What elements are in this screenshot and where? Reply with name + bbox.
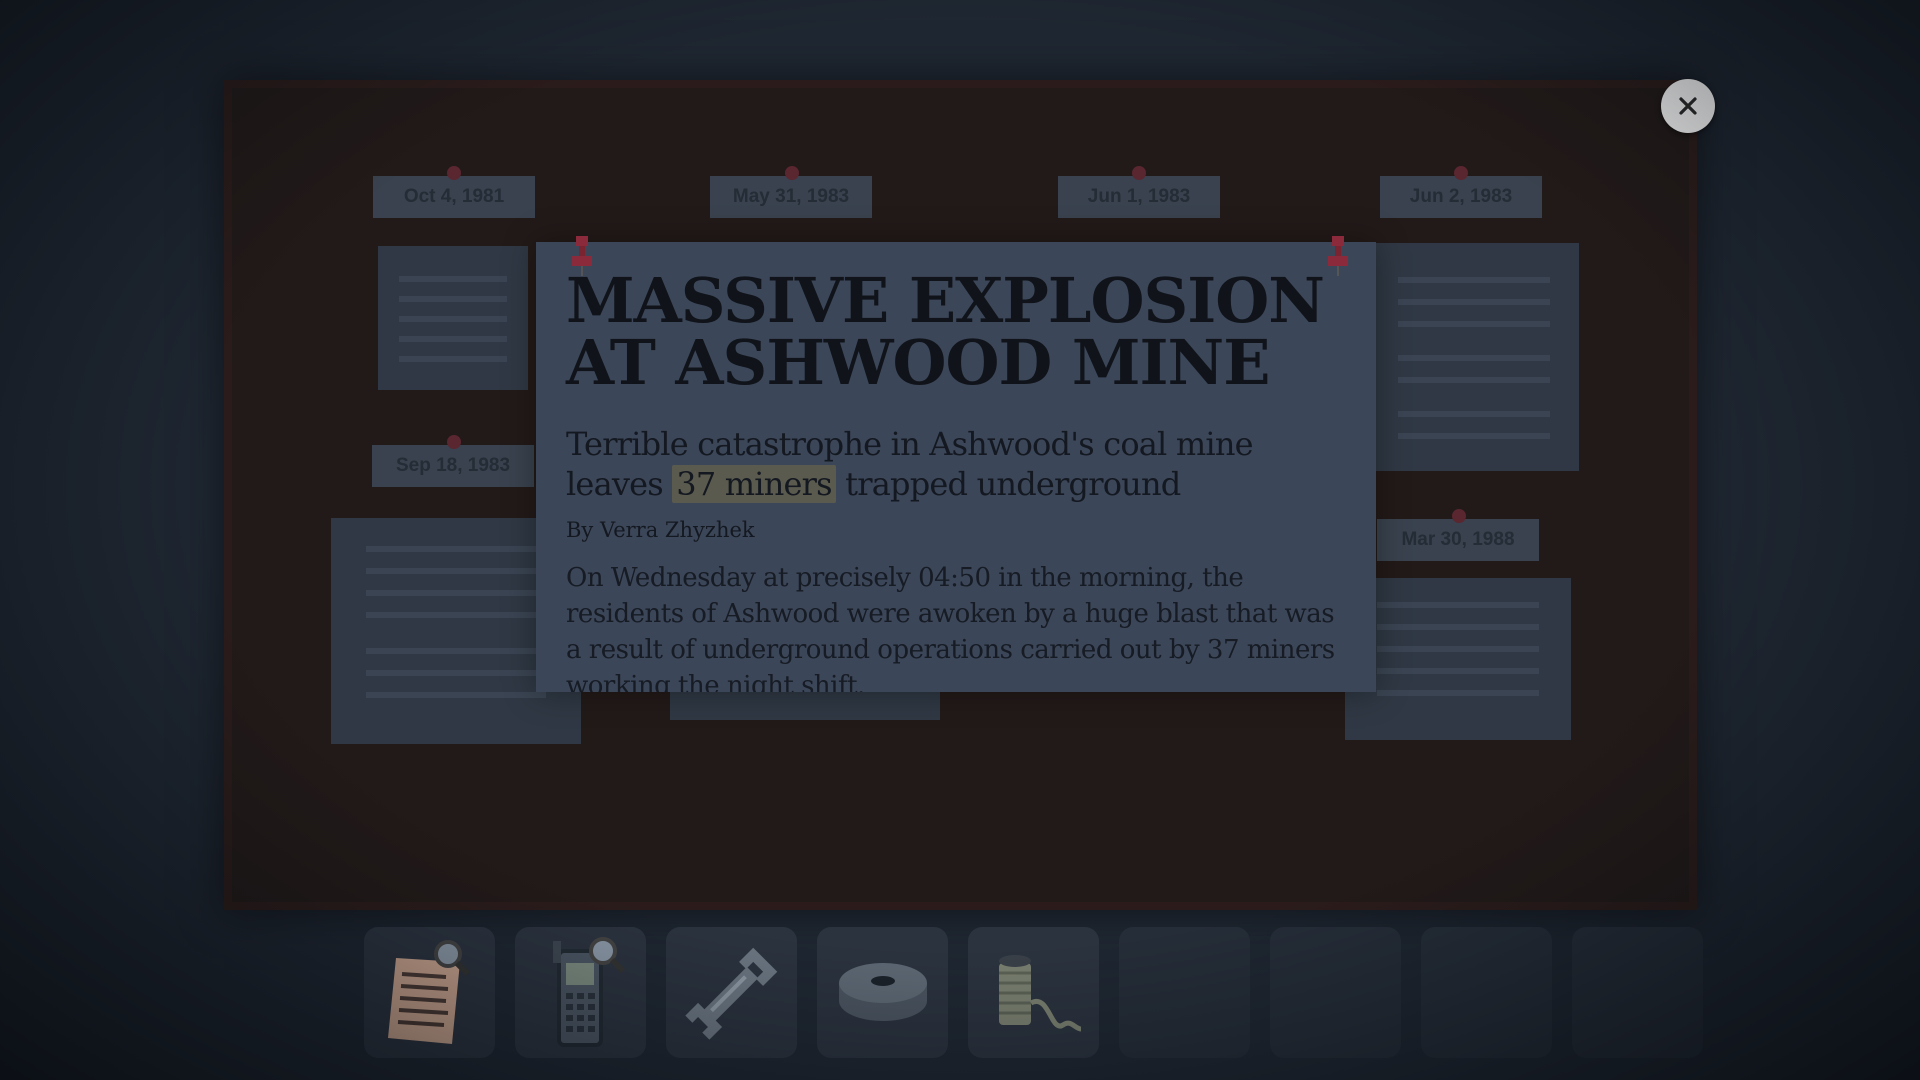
close-button[interactable] (1661, 79, 1715, 133)
inventory-slot-tape[interactable] (817, 927, 948, 1058)
date-tag: May 31, 1983 (710, 176, 872, 218)
article-body: On Wednesday at precisely 04:50 in the m… (566, 563, 1335, 692)
date-tag: Sep 18, 1983 (372, 445, 534, 487)
clipping-card[interactable] (378, 246, 528, 390)
highlighted-clue[interactable]: 37 miners (672, 465, 836, 503)
date-tag: Oct 4, 1981 (373, 176, 535, 218)
phone-magnify-icon (552, 936, 625, 1047)
newspaper-article: MASSIVE EXPLOSION AT ASHWOOD MINE Terrib… (536, 242, 1376, 692)
clipping-card[interactable] (1345, 578, 1571, 740)
pin-icon (1132, 166, 1146, 180)
date-tag: Jun 2, 1983 (1380, 176, 1542, 218)
clipping-card[interactable] (1369, 243, 1579, 471)
inventory-slot-phone[interactable] (515, 927, 646, 1058)
wrench-icon (684, 947, 777, 1040)
article-subhead: Terrible catastrophe in Ashwood's coal m… (566, 425, 1254, 503)
inventory-slot-empty (1119, 927, 1250, 1058)
inventory-slot-empty (1572, 927, 1703, 1058)
pushpin-icon (1328, 236, 1348, 276)
rope-spool-icon (998, 954, 1081, 1031)
inventory-slot-empty (1270, 927, 1401, 1058)
date-tag: Jun 1, 1983 (1058, 176, 1220, 218)
pin-icon (447, 435, 461, 449)
pin-icon (1452, 509, 1466, 523)
inventory-slot-empty (1421, 927, 1552, 1058)
inventory-slot-wrench[interactable] (666, 927, 797, 1058)
newspaper-magnify-icon (387, 939, 470, 1044)
inventory-slot-newspaper[interactable] (364, 927, 495, 1058)
article-byline: By Verra Zhyzhek (566, 518, 755, 542)
pin-icon (785, 166, 799, 180)
pin-icon (1454, 166, 1468, 180)
tape-roll-icon (838, 962, 927, 1021)
article-headline: MASSIVE EXPLOSION AT ASHWOOD MINE (566, 264, 1325, 399)
pushpin-icon (572, 236, 592, 276)
close-icon (1679, 97, 1697, 115)
inventory-slot-rope[interactable] (968, 927, 1099, 1058)
pin-icon (447, 166, 461, 180)
date-tag: Mar 30, 1988 (1377, 519, 1539, 561)
